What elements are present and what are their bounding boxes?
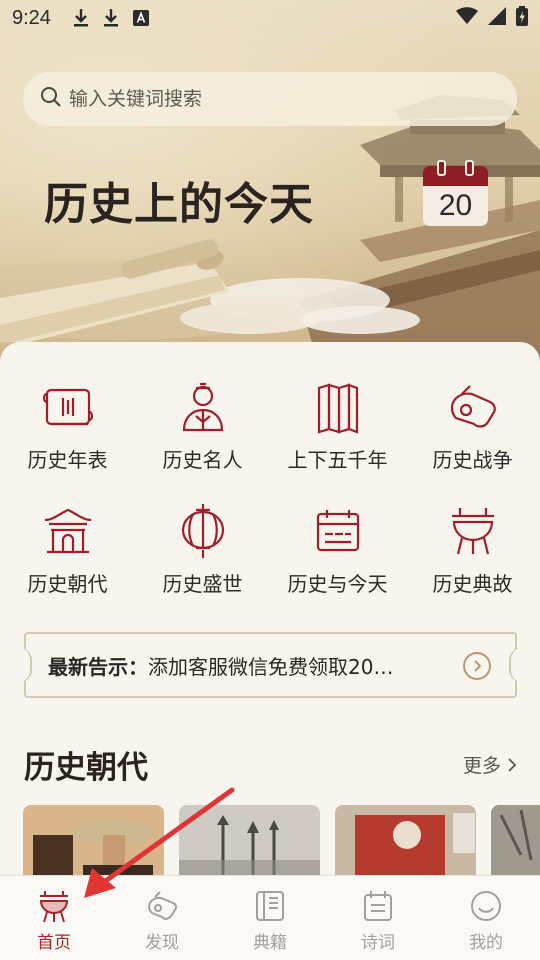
- chevron-right-icon: [508, 757, 517, 772]
- tab-poetry[interactable]: 诗词: [324, 876, 432, 960]
- helmet-icon: [450, 385, 496, 428]
- status-time: 9:24: [12, 6, 51, 29]
- palace-icon: [44, 508, 91, 554]
- calendar-badge[interactable]: 20: [423, 160, 488, 226]
- calendar-icon: [316, 510, 359, 552]
- dynasty-thumbnail[interactable]: [23, 805, 164, 885]
- grid-item-dynasties[interactable]: 历史朝代: [0, 502, 135, 608]
- download-icon: [103, 8, 119, 28]
- content-card: 历史年表 历史名人 上下五千年 历史战争 历史朝代 历史盛世 历史与今天 历史典…: [0, 342, 540, 885]
- smile-icon: [471, 891, 501, 921]
- hero-title: 历史上的今天: [44, 179, 314, 230]
- grid-item-history-and-today[interactable]: 历史与今天: [270, 502, 405, 608]
- notice-banner[interactable]: 最新告示： 添加客服微信免费领取20…: [20, 632, 521, 698]
- bamboo-slips-icon: [317, 383, 358, 434]
- battery-icon: [516, 5, 528, 31]
- tab-mine[interactable]: 我的: [432, 876, 540, 960]
- calendar-icon: [423, 160, 488, 186]
- section-title: 历史朝代: [24, 750, 148, 786]
- book-icon: [256, 891, 284, 921]
- dynasty-thumbnail[interactable]: [491, 805, 540, 885]
- grid-item-allusions[interactable]: 历史典故: [405, 502, 540, 608]
- scroll-icon: [42, 388, 93, 426]
- lantern-icon: [181, 504, 224, 558]
- search-icon: [39, 85, 63, 113]
- helmet-icon: [147, 891, 178, 920]
- wifi-icon: [456, 6, 478, 30]
- status-bar: 9:24: [0, 0, 540, 36]
- download-icon: [73, 8, 89, 28]
- signal-icon: [488, 6, 506, 30]
- tab-home[interactable]: 首页: [0, 876, 108, 960]
- dynasty-thumbnail[interactable]: [179, 805, 320, 885]
- grid-item-famous-people[interactable]: 历史名人: [135, 378, 270, 484]
- section-header: 历史朝代 更多: [24, 742, 517, 787]
- search-bar[interactable]: [23, 72, 517, 126]
- grid-item-golden-ages[interactable]: 历史盛世: [135, 502, 270, 608]
- notice-title: 最新告示：: [48, 654, 148, 679]
- poem-icon: [364, 891, 392, 921]
- search-input[interactable]: [69, 88, 489, 110]
- keyboard-a-icon: [132, 10, 149, 26]
- tab-classics[interactable]: 典籍: [216, 876, 324, 960]
- ding-cauldron-icon: [39, 891, 69, 923]
- chevron-right-icon[interactable]: [463, 652, 491, 680]
- scholar-icon: [182, 382, 223, 432]
- grid-item-five-thousand-years[interactable]: 上下五千年: [270, 378, 405, 484]
- category-grid: 历史年表 历史名人 上下五千年 历史战争 历史朝代 历史盛世 历史与今天 历史典…: [0, 378, 540, 608]
- more-link[interactable]: 更多: [463, 751, 517, 778]
- bottom-tab-bar: 首页 发现 典籍 诗词 我的: [0, 875, 540, 960]
- calendar-day: 20: [423, 186, 488, 226]
- dynasty-carousel[interactable]: [23, 805, 540, 885]
- tab-discover[interactable]: 发现: [108, 876, 216, 960]
- grid-item-wars[interactable]: 历史战争: [405, 378, 540, 484]
- dynasty-thumbnail[interactable]: [335, 805, 476, 885]
- ding-cauldron-icon: [451, 508, 494, 555]
- notice-text: 添加客服微信免费领取20…: [148, 654, 394, 679]
- grid-item-timeline[interactable]: 历史年表: [0, 378, 135, 484]
